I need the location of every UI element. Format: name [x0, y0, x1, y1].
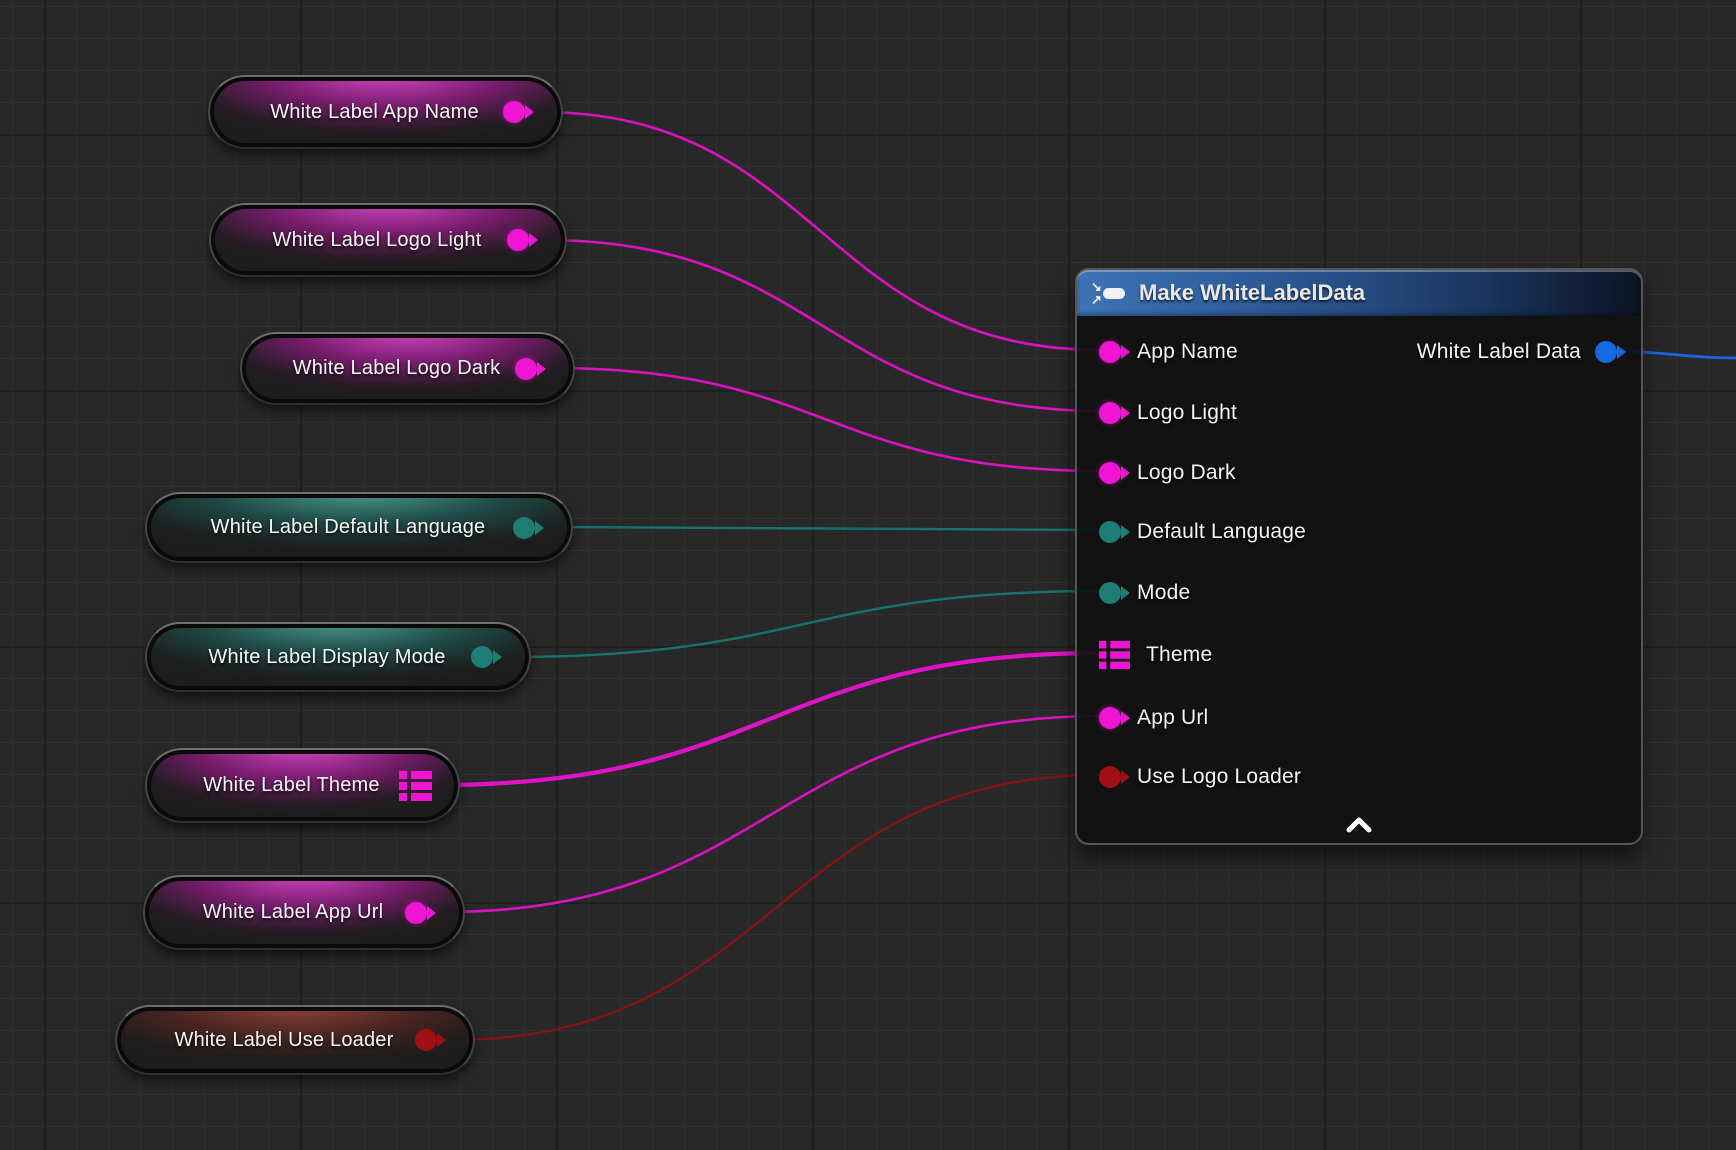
- logo-dark-input-pin[interactable]: [1099, 462, 1121, 484]
- wire-default-language[interactable]: [550, 527, 1102, 530]
- pin-label: App Name: [1137, 340, 1238, 364]
- enum-output-pin[interactable]: [513, 517, 535, 539]
- pin-label: Theme: [1146, 643, 1212, 667]
- wire-logo-light[interactable]: [544, 240, 1102, 411]
- pin-row-white-label-data: White Label Data: [1417, 336, 1617, 368]
- node-white-label-theme[interactable]: White Label Theme: [145, 748, 460, 823]
- node-white-label-default-language[interactable]: White Label Default Language: [145, 492, 573, 563]
- wire-theme[interactable]: [438, 653, 1100, 785]
- node-label: White Label Logo Light: [255, 229, 522, 252]
- node-title: Make WhiteLabelData: [1139, 280, 1365, 306]
- app-name-input-pin[interactable]: [1099, 341, 1121, 363]
- struct-pin-icon[interactable]: [1099, 640, 1130, 670]
- node-white-label-app-url[interactable]: White Label App Url: [143, 875, 465, 950]
- node-header[interactable]: ↘ ↗ Make WhiteLabelData: [1077, 270, 1641, 316]
- node-label: White Label Default Language: [193, 516, 526, 539]
- pin-label: Logo Light: [1137, 401, 1237, 425]
- node-white-label-display-mode[interactable]: White Label Display Mode: [145, 622, 531, 692]
- bool-output-pin[interactable]: [415, 1029, 437, 1051]
- make-struct-icon: ↘ ↗: [1091, 279, 1127, 307]
- pin-row-logo-light: Logo Light: [1099, 397, 1237, 429]
- white-label-data-output-pin[interactable]: [1595, 341, 1617, 363]
- enum-output-pin[interactable]: [471, 646, 493, 668]
- node-label: White Label Theme: [185, 774, 419, 797]
- mode-input-pin[interactable]: [1099, 582, 1121, 604]
- node-white-label-logo-light[interactable]: White Label Logo Light: [209, 203, 567, 277]
- pin-row-use-logo-loader: Use Logo Loader: [1099, 761, 1301, 793]
- default-language-input-pin[interactable]: [1099, 521, 1121, 543]
- app-url-input-pin[interactable]: [1099, 707, 1121, 729]
- collapse-node-button[interactable]: [1343, 815, 1375, 835]
- pin-row-app-name: App Name: [1099, 336, 1238, 368]
- blueprint-graph-canvas[interactable]: White Label App Name White Label Logo Li…: [0, 0, 1736, 1150]
- node-make-whitelabeldata[interactable]: ↘ ↗ Make WhiteLabelData App Name Logo Li…: [1075, 268, 1643, 845]
- pin-row-app-url: App Url: [1099, 702, 1208, 734]
- struct-pin-icon[interactable]: [399, 771, 432, 801]
- pin-label: App Url: [1137, 706, 1208, 730]
- string-output-pin[interactable]: [503, 101, 525, 123]
- pin-label: Logo Dark: [1137, 461, 1236, 485]
- wire-logo-dark[interactable]: [552, 368, 1102, 471]
- node-white-label-logo-dark[interactable]: White Label Logo Dark: [240, 332, 575, 405]
- pin-label: Mode: [1137, 581, 1190, 605]
- node-label: White Label App Name: [252, 101, 519, 124]
- node-label: White Label Logo Dark: [275, 357, 541, 380]
- string-output-pin[interactable]: [515, 358, 537, 380]
- node-label: White Label App Url: [185, 901, 424, 924]
- pin-label: White Label Data: [1417, 340, 1581, 364]
- wire-app-url[interactable]: [442, 716, 1102, 912]
- use-logo-loader-input-pin[interactable]: [1099, 766, 1121, 788]
- logo-light-input-pin[interactable]: [1099, 402, 1121, 424]
- node-label: White Label Use Loader: [157, 1029, 434, 1052]
- node-white-label-use-loader[interactable]: White Label Use Loader: [115, 1005, 475, 1075]
- wire-app-name[interactable]: [540, 112, 1102, 350]
- pin-row-logo-dark: Logo Dark: [1099, 457, 1236, 489]
- pin-label: Use Logo Loader: [1137, 765, 1301, 789]
- string-output-pin[interactable]: [405, 902, 427, 924]
- pin-row-mode: Mode: [1099, 577, 1190, 609]
- string-output-pin[interactable]: [507, 229, 529, 251]
- pin-label: Default Language: [1137, 520, 1306, 544]
- wire-display-mode[interactable]: [508, 591, 1102, 657]
- node-white-label-app-name[interactable]: White Label App Name: [208, 75, 563, 149]
- wire-use-loader[interactable]: [452, 775, 1102, 1040]
- pin-row-theme: Theme: [1099, 639, 1212, 671]
- node-label: White Label Display Mode: [190, 646, 485, 669]
- chevron-up-icon: [1345, 817, 1373, 833]
- pin-row-default-language: Default Language: [1099, 516, 1306, 548]
